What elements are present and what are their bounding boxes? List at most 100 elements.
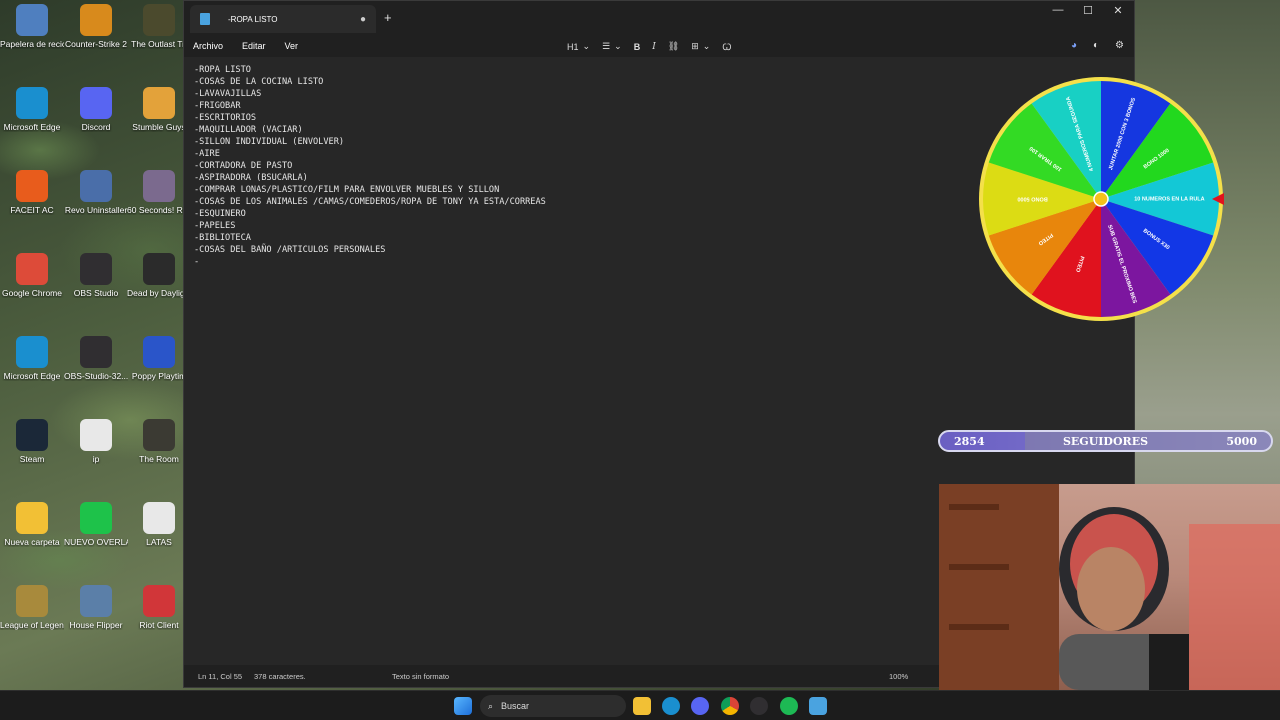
chrome-icon[interactable]	[721, 697, 739, 715]
zoom-level: 100%	[889, 671, 909, 681]
new-tab-button[interactable]: +	[384, 10, 392, 25]
desktop-shortcut[interactable]: OBS Studio	[64, 253, 128, 298]
tab-title: -ROPA LISTO	[228, 14, 278, 24]
search-icon: ⌕	[488, 700, 494, 711]
desktop-shortcut[interactable]: Counter-Strike 2	[64, 4, 128, 49]
notepad-icon[interactable]	[809, 697, 827, 715]
shelf-unit	[939, 484, 1059, 690]
cursor-position: Ln 11, Col 55	[198, 671, 243, 681]
folder-icon	[16, 502, 48, 534]
desktop-shortcut[interactable]: Microsoft Edge	[0, 87, 64, 132]
edge-icon[interactable]	[662, 697, 680, 715]
sixty-seconds-icon	[143, 170, 175, 202]
desktop-shortcut-label: Stumble Guys	[132, 122, 186, 132]
desktop-shortcut-label: OBS Studio	[73, 288, 119, 298]
file-icon	[80, 419, 112, 451]
start-icon[interactable]	[454, 697, 472, 715]
chevron-down-icon: ⌄	[614, 41, 622, 51]
text-file-icon	[143, 502, 175, 534]
desktop-shortcut[interactable]: Riot Client	[127, 585, 191, 630]
desktop-shortcut-label: The Outlast Tri	[131, 39, 187, 49]
microphone-arm	[1149, 634, 1189, 690]
desktop-shortcut-label: Nueva carpeta	[4, 537, 60, 547]
desktop-shortcut[interactable]: Discord	[64, 87, 128, 132]
account-icon[interactable]: ◐	[1093, 40, 1099, 51]
desktop-shortcut[interactable]: League of Legends	[0, 585, 64, 630]
heading-dropdown[interactable]: H1 ⌄	[567, 41, 590, 52]
desktop-shortcut[interactable]: Google Chrome	[0, 253, 64, 298]
shelf-board	[949, 624, 1009, 630]
prize-wheel: JUNTAR 2000 CON 3 BONOS BONO 100010 NUMER…	[979, 77, 1224, 321]
menu-editar[interactable]: Editar	[242, 41, 266, 51]
wheel-segment-label: 10 NUMEROS EN LA RULA	[1134, 196, 1204, 202]
desktop-shortcut-label: OBS-Studio-32....	[64, 371, 128, 381]
char-count: 378 caracteres.	[254, 671, 306, 681]
wheel-hub	[1093, 191, 1109, 207]
edge-icon	[16, 87, 48, 119]
desktop-shortcut[interactable]: ip	[64, 419, 128, 464]
desktop-shortcut[interactable]: LATAS	[127, 502, 191, 547]
steam-icon	[16, 419, 48, 451]
desktop-shortcut[interactable]: Steam	[0, 419, 64, 464]
desktop-shortcut-label: FACEIT AC	[10, 205, 54, 215]
followers-label: SEGUIDORES	[1062, 434, 1149, 448]
chevron-down-icon: ⌄	[702, 41, 711, 51]
desktop-shortcut[interactable]: OBS-Studio-32....	[64, 336, 128, 381]
desktop-shortcut[interactable]: 60 Seconds! Reatomized	[127, 170, 191, 215]
outlast-icon	[143, 4, 175, 36]
desktop-shortcut[interactable]: The Room	[127, 419, 191, 464]
maximize-button[interactable]: ☐	[1080, 4, 1096, 17]
pink-chair	[1189, 524, 1280, 690]
minimize-button[interactable]: —	[1050, 4, 1066, 17]
italic-button[interactable]: I	[652, 42, 656, 52]
desktop-shortcut[interactable]: Nueva carpeta	[0, 502, 64, 547]
desktop-shortcut[interactable]: Revo Uninstaller	[64, 170, 128, 215]
desktop-shortcut[interactable]: Dead by Daylight	[127, 253, 191, 298]
menu-bar: Archivo Editar Ver H1 ⌄ ☰ ⌄ B I ⛓ ⊞ ⌄ Ꞷ ◕ ◐…	[184, 35, 1134, 57]
the-room-icon	[143, 419, 175, 451]
desktop-shortcut-label: Papelera de reciclaje	[0, 39, 64, 49]
table-icon: ⊞	[691, 41, 699, 51]
counter-strike-icon	[80, 4, 112, 36]
desktop-shortcut-label: Microsoft Edge	[3, 371, 61, 381]
obs-icon	[80, 336, 112, 368]
menu-archivo[interactable]: Archivo	[193, 41, 223, 51]
notepad-doc-icon	[200, 13, 210, 25]
league-of-legends-icon	[16, 585, 48, 617]
desktop-shortcut[interactable]: Papelera de reciclaje	[0, 4, 64, 49]
settings-gear-icon[interactable]: ⚙	[1115, 40, 1124, 51]
desktop-shortcut[interactable]: FACEIT AC	[0, 170, 64, 215]
desktop-shortcut[interactable]: NUEVO OVERLAY LUCILA ULTRA ...	[64, 502, 128, 547]
desktop-shortcut-label: Steam	[19, 454, 45, 464]
spotify-icon[interactable]	[780, 697, 798, 715]
desktop-shortcut-label: Riot Client	[139, 620, 179, 630]
desktop-shortcut[interactable]: Poppy Playtim	[127, 336, 191, 381]
desktop-shortcut[interactable]: Microsoft Edge	[0, 336, 64, 381]
discord-icon[interactable]	[691, 697, 709, 715]
clear-format-icon[interactable]: Ꞷ	[722, 40, 731, 53]
chevron-down-icon: ⌄	[582, 41, 591, 51]
menu-ver[interactable]: Ver	[285, 41, 299, 51]
obs-icon[interactable]	[750, 697, 768, 715]
search-label: Buscar	[501, 701, 530, 711]
taskbar-search[interactable]: ⌕ Buscar	[480, 695, 626, 717]
desktop-shortcut[interactable]: The Outlast Tri	[127, 4, 191, 49]
desktop-shortcut[interactable]: House Flipper	[64, 585, 128, 630]
taskbar: ⌕ Buscar	[0, 690, 1280, 720]
close-button[interactable]: ✕	[1110, 4, 1126, 17]
webcam-scene	[939, 484, 1280, 690]
desktop-shortcut[interactable]: Stumble Guys	[127, 87, 191, 132]
copilot-icon[interactable]: ◕	[1071, 40, 1077, 51]
file-explorer-icon[interactable]	[633, 697, 651, 715]
table-dropdown[interactable]: ⊞ ⌄	[691, 41, 710, 52]
list-dropdown[interactable]: ☰ ⌄	[602, 41, 622, 52]
document-tab[interactable]: -ROPA LISTO ●	[190, 5, 376, 33]
bold-button[interactable]: B	[634, 42, 641, 52]
format-toolbar: H1 ⌄ ☰ ⌄ B I ⛓ ⊞ ⌄ Ꞷ	[567, 40, 732, 53]
riot-client-icon	[143, 585, 175, 617]
link-icon[interactable]: ⛓	[668, 41, 679, 52]
desktop-shortcut-label: Poppy Playtim	[131, 371, 187, 381]
title-bar: -ROPA LISTO ● + — ☐ ✕	[184, 1, 1134, 35]
recycle-bin-icon	[16, 4, 48, 36]
discord-icon	[80, 87, 112, 119]
